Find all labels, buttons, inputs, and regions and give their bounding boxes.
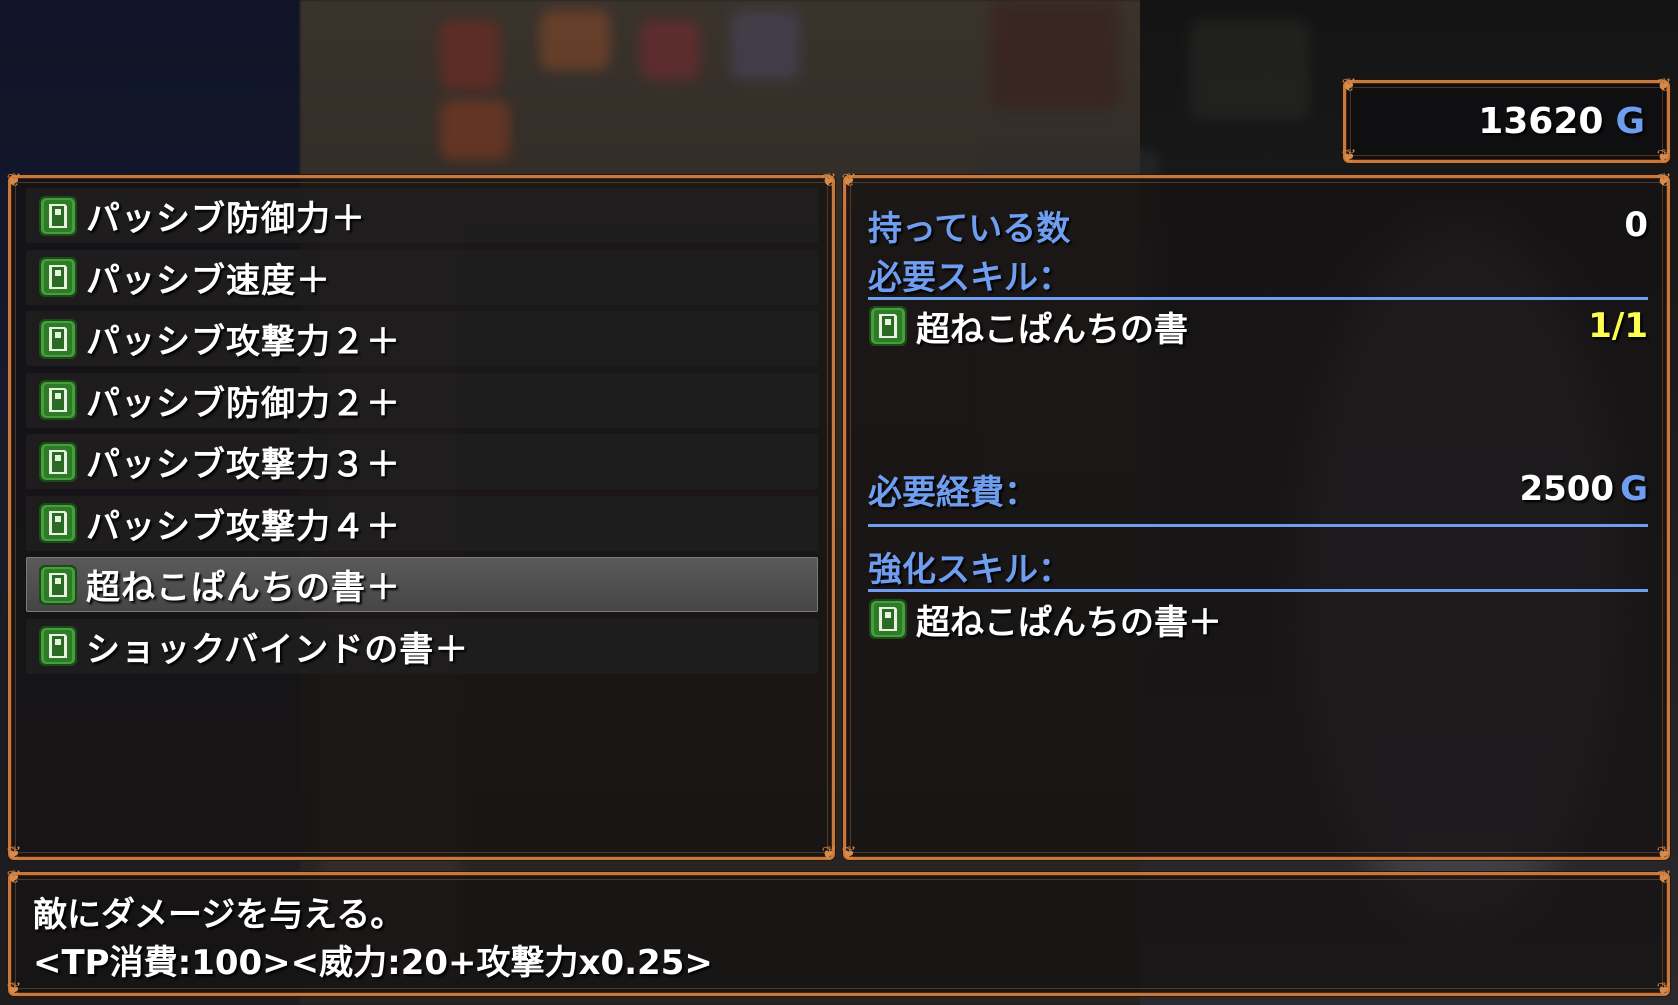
frame-corner-ornament: ❦ xyxy=(6,843,22,864)
frame-corner-ornament: ❦ xyxy=(1656,75,1672,96)
frame-corner-ornament: ❦ xyxy=(1656,843,1672,864)
gold-window: ❦ ❦ ❦ ❦ 13620 G xyxy=(1341,75,1672,167)
frame-corner-ornament: ❦ xyxy=(1656,867,1672,888)
required-skill-row: 超ねこぱんちの書 1/1 xyxy=(868,301,1648,351)
required-skill-label: 必要スキル： xyxy=(868,257,1072,298)
skill-list-item[interactable]: パッシブ攻撃力４＋ xyxy=(26,495,818,551)
owned-count-row: 持っている数 0 xyxy=(868,200,1648,250)
owned-count-label: 持っている数 xyxy=(868,208,1071,249)
skill-list-window: ❦ ❦ ❦ ❦ パッシブ防御力＋ パッシブ速度＋ パッシブ攻撃力２＋ パッシブ防御力２… xyxy=(6,170,837,864)
cost-value: 2500 xyxy=(1519,469,1615,509)
green-book-icon xyxy=(38,256,78,298)
frame-corner-ornament: ❦ xyxy=(1656,146,1672,167)
green-book-icon xyxy=(38,625,78,667)
upgrade-skill-label: 強化スキル： xyxy=(868,549,1072,590)
gold-unit: G xyxy=(1615,101,1645,142)
skill-list-item-label: パッシブ攻撃力３＋ xyxy=(86,445,401,485)
frame-corner-ornament: ❦ xyxy=(6,979,22,1000)
frame-corner-ornament: ❦ xyxy=(1341,75,1357,96)
cost-label: 必要経費： xyxy=(868,472,1038,513)
skill-list-item-label: パッシブ防御力２＋ xyxy=(86,383,401,424)
green-book-icon xyxy=(38,564,78,606)
upgrade-skill-header: 強化スキル： xyxy=(868,541,1648,591)
green-book-icon xyxy=(38,318,78,360)
skill-list-item-label: 超ねこぱんちの書＋ xyxy=(86,568,401,608)
cost-unit: G xyxy=(1620,469,1648,509)
green-book-icon xyxy=(38,441,78,483)
help-text-line-1: 敵にダメージを与える。 xyxy=(33,895,405,935)
skill-list-item[interactable]: パッシブ速度＋ xyxy=(26,249,818,305)
skill-list-item-label: パッシブ防御力＋ xyxy=(86,199,366,239)
divider xyxy=(868,589,1648,592)
owned-count-value: 0 xyxy=(1624,205,1648,245)
green-book-icon xyxy=(38,502,78,544)
upgrade-skill-name: 超ねこぱんちの書＋ xyxy=(916,602,1222,643)
required-skill-count: 1/1 xyxy=(1588,306,1648,346)
required-skill-name: 超ねこぱんちの書 xyxy=(916,309,1188,350)
cost-row: 必要経費： 2500 G xyxy=(868,464,1648,514)
frame-corner-ornament: ❦ xyxy=(821,170,837,191)
skill-list-item[interactable]: パッシブ防御力＋ xyxy=(26,188,818,243)
frame-corner-ornament: ❦ xyxy=(6,867,22,888)
frame-corner-ornament: ❦ xyxy=(1656,979,1672,1000)
skill-list: パッシブ防御力＋ パッシブ速度＋ パッシブ攻撃力２＋ パッシブ防御力２＋ パッシブ攻撃力… xyxy=(26,188,818,680)
divider xyxy=(868,524,1648,527)
green-book-icon xyxy=(868,305,908,347)
frame-corner-ornament: ❦ xyxy=(6,170,22,191)
skill-list-item-label: パッシブ攻撃力４＋ xyxy=(86,506,401,547)
required-skill-header: 必要スキル： xyxy=(868,249,1648,299)
help-window: ❦ ❦ ❦ ❦ 敵にダメージを与える。 <TP消費:100><威力:20+攻撃力… xyxy=(6,867,1672,1000)
frame-corner-ornament: ❦ xyxy=(821,843,837,864)
green-book-icon xyxy=(38,379,78,421)
skill-list-item[interactable]: ショックバインドの書＋ xyxy=(26,618,818,674)
green-book-icon xyxy=(868,598,908,640)
help-text-line-2: <TP消費:100><威力:20+攻撃力x0.25> xyxy=(33,943,713,983)
gold-display: 13620 G xyxy=(1478,101,1645,142)
upgrade-skill-row: 超ねこぱんちの書＋ xyxy=(868,594,1648,644)
skill-list-item-label: ショックバインドの書＋ xyxy=(86,629,470,670)
skill-list-item-label: パッシブ攻撃力２＋ xyxy=(86,322,401,362)
frame-corner-ornament: ❦ xyxy=(1341,146,1357,167)
frame-corner-ornament: ❦ xyxy=(841,170,857,191)
skill-list-item[interactable]: パッシブ防御力２＋ xyxy=(26,372,818,428)
green-book-icon xyxy=(38,195,78,237)
gold-amount: 13620 xyxy=(1478,101,1604,142)
skill-detail-window: ❦ ❦ ❦ ❦ 持っている数 0 必要スキル： 超ねこぱんちの書 1/1 必要経… xyxy=(841,170,1672,864)
frame-corner-ornament: ❦ xyxy=(841,843,857,864)
skill-list-item[interactable]: 超ねこぱんちの書＋ xyxy=(26,557,818,612)
skill-list-item[interactable]: パッシブ攻撃力２＋ xyxy=(26,311,818,366)
divider xyxy=(868,297,1648,300)
skill-list-item[interactable]: パッシブ攻撃力３＋ xyxy=(26,434,818,489)
frame-corner-ornament: ❦ xyxy=(1656,170,1672,191)
skill-list-item-label: パッシブ速度＋ xyxy=(86,260,331,301)
